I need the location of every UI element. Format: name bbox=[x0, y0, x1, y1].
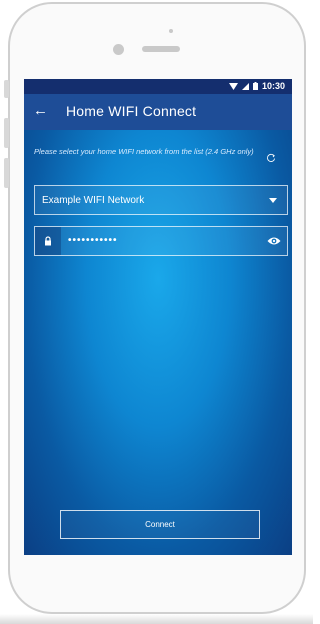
status-time: 10:30 bbox=[261, 81, 285, 91]
network-hint-text: Please select your home WIFI network fro… bbox=[34, 147, 254, 156]
refresh-icon[interactable] bbox=[266, 153, 276, 163]
connect-button[interactable]: Connect bbox=[60, 510, 260, 539]
signal-icon bbox=[241, 82, 249, 90]
lock-icon-container bbox=[35, 227, 61, 255]
bottom-shadow bbox=[0, 614, 313, 624]
lock-icon bbox=[45, 236, 51, 246]
password-field[interactable]: ••••••••••• bbox=[34, 226, 288, 256]
chevron-down-icon bbox=[269, 198, 277, 203]
side-button-volume-down bbox=[4, 158, 9, 188]
network-select[interactable]: Example WIFI Network bbox=[34, 185, 288, 215]
side-button-mute bbox=[4, 80, 9, 98]
status-bar: 10:30 bbox=[24, 79, 292, 94]
app-screen: 10:30 ← Home WIFI Connect Please select … bbox=[24, 79, 292, 555]
side-button-volume-up bbox=[4, 118, 9, 148]
page-title: Home WIFI Connect bbox=[66, 103, 197, 119]
battery-icon bbox=[252, 82, 258, 90]
earpiece-speaker bbox=[142, 46, 180, 52]
app-bar: ← Home WIFI Connect bbox=[24, 94, 292, 130]
wifi-icon bbox=[228, 82, 238, 90]
arrow-left-icon[interactable]: ← bbox=[33, 102, 48, 120]
proximity-sensor bbox=[169, 29, 173, 33]
network-select-value: Example WIFI Network bbox=[42, 195, 145, 206]
front-camera bbox=[113, 44, 124, 55]
eye-icon[interactable] bbox=[267, 236, 281, 246]
password-value: ••••••••••• bbox=[68, 235, 118, 246]
